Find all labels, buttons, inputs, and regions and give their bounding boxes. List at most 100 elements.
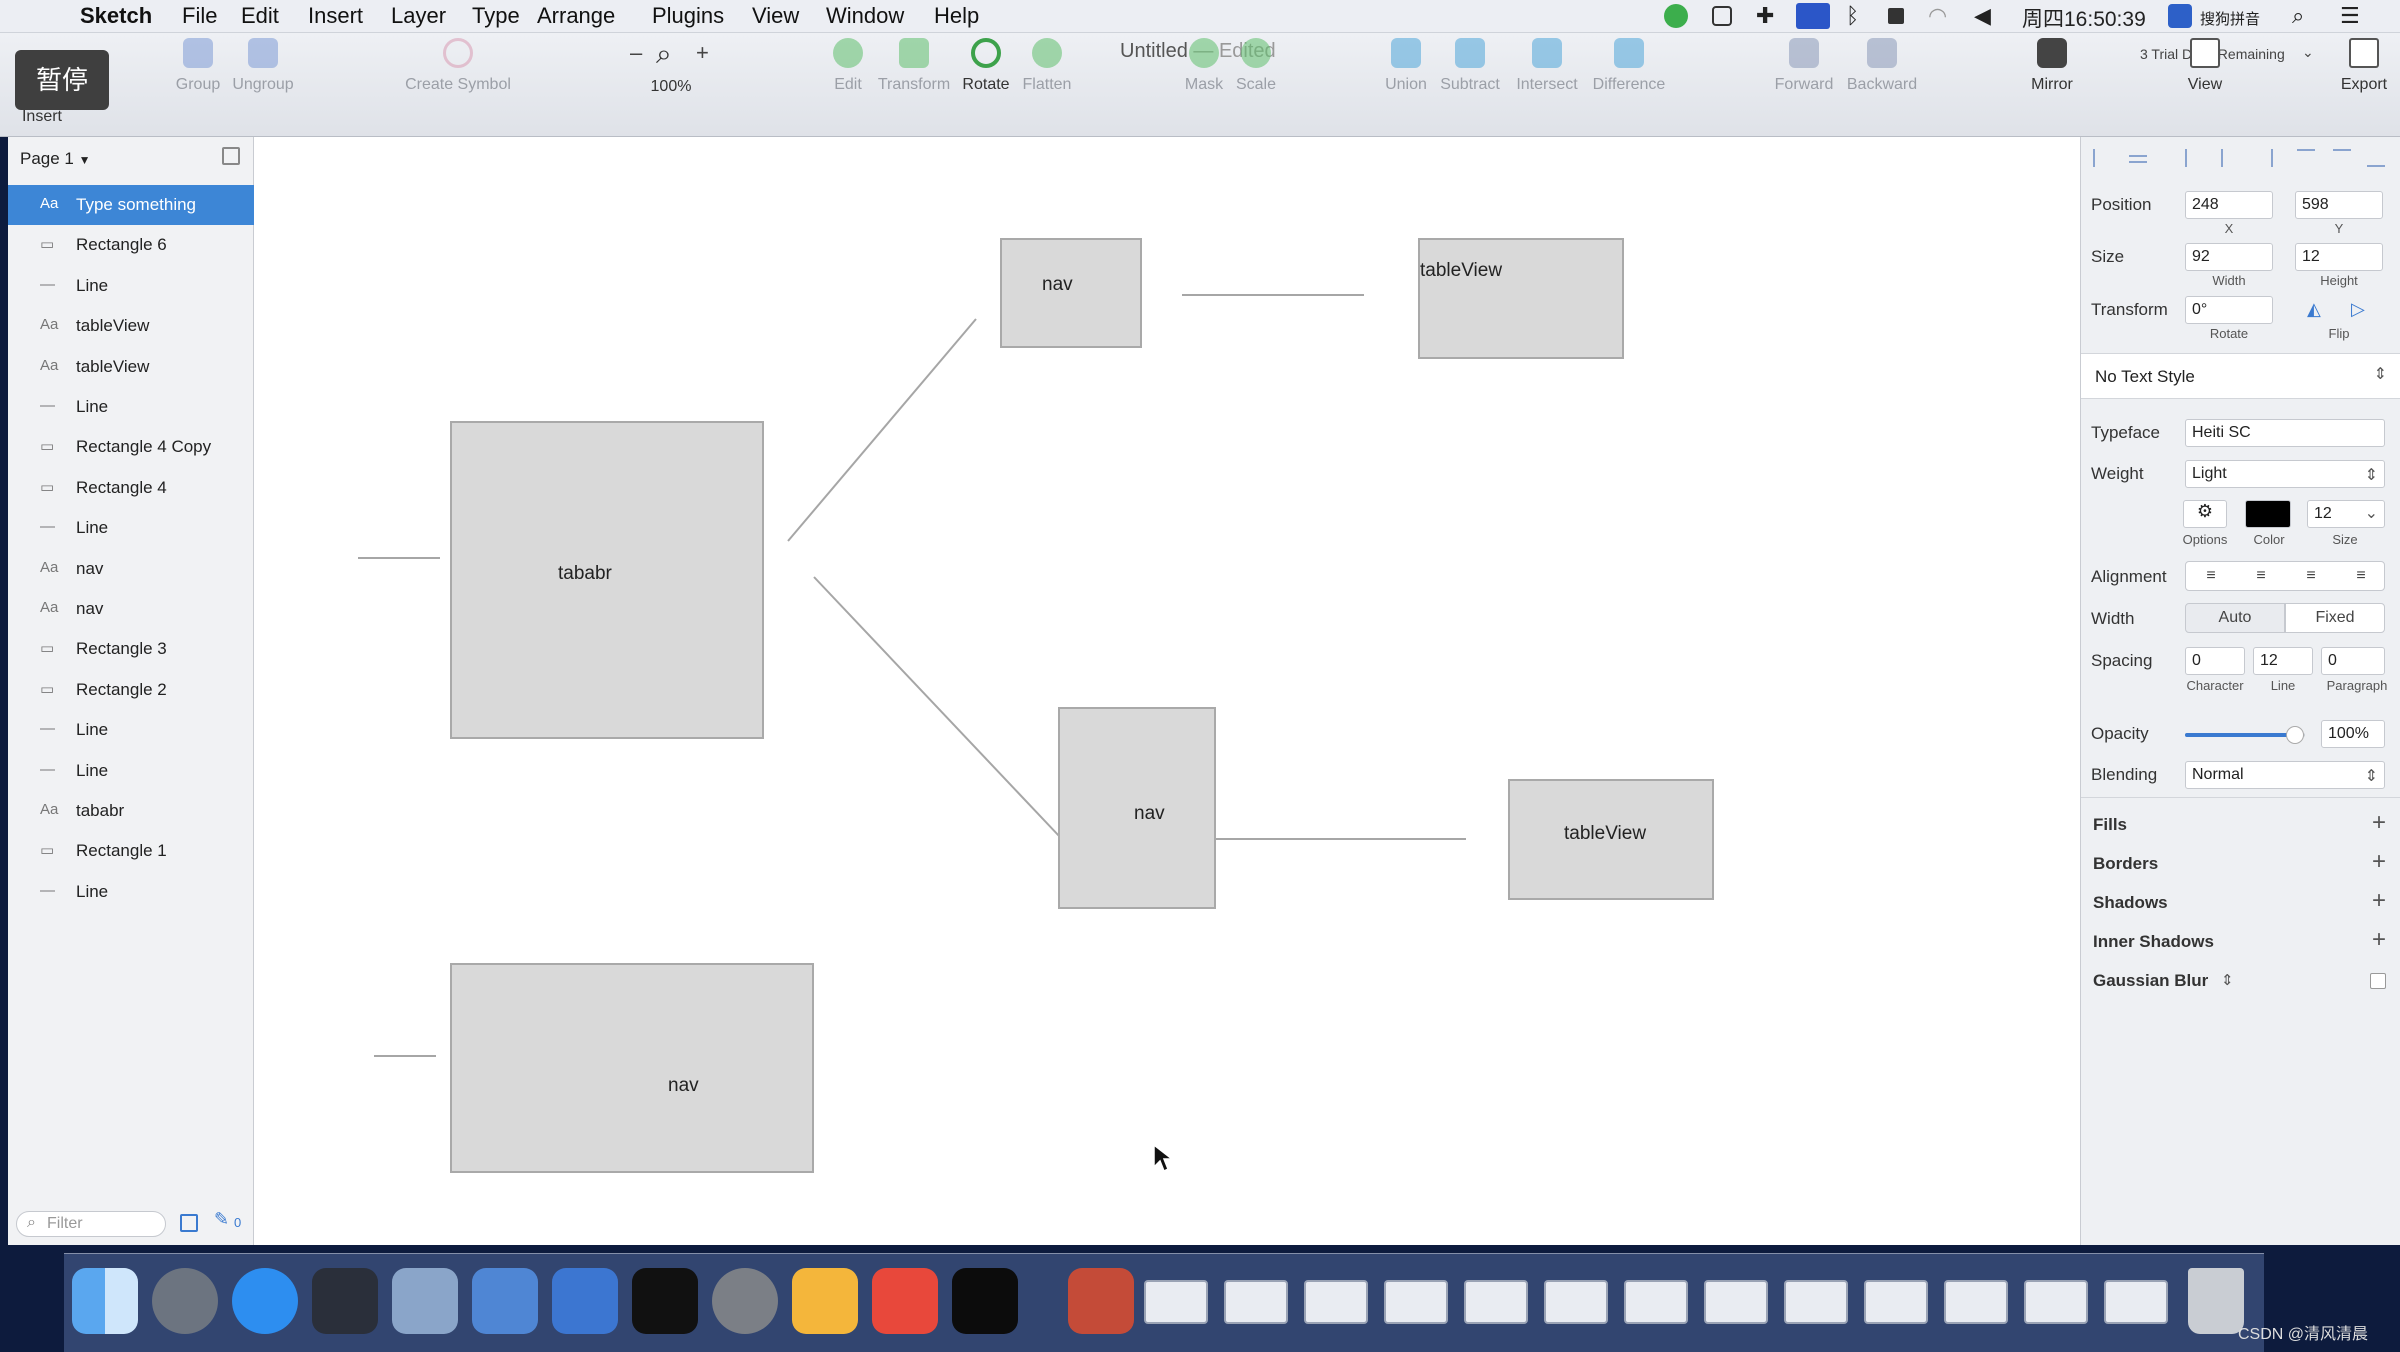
menu-plugins[interactable]: Plugins [652,3,724,29]
powerpoint-icon[interactable] [872,1268,938,1334]
rotate-field[interactable]: 0° [2185,296,2273,324]
font-size-field[interactable]: 12 ⌄ [2307,500,2385,528]
inner-shadows-section[interactable]: Inner Shadows [2093,932,2214,952]
minimized-window-thumbnail[interactable] [1224,1280,1288,1324]
width-field[interactable]: 92 [2185,243,2273,271]
nav-rectangle-middle[interactable]: nav [1058,707,1216,909]
minimized-window-thumbnail[interactable] [1864,1280,1928,1324]
input-method-label[interactable]: 搜狗拼音 [2200,8,2260,29]
shadows-section[interactable]: Shadows [2093,893,2168,913]
layer-row[interactable]: Aa nav [8,549,254,589]
chevron-updown-icon[interactable]: ⇕ [2221,971,2234,989]
insert-button[interactable]: Insert [10,38,74,130]
bluetooth-icon[interactable]: ᛒ [1846,3,1859,29]
height-field[interactable]: 12 [2295,243,2383,271]
menu-help[interactable]: Help [934,3,979,29]
recording-icon[interactable] [1796,3,1830,29]
text-align-right-icon[interactable]: ≡ [2296,562,2326,590]
symbols-filter-icon[interactable] [180,1214,198,1232]
plus-tray-icon[interactable]: ✚ [1756,3,1774,29]
forward-button[interactable]: Forward [1772,38,1836,130]
add-shadow-icon[interactable]: + [2372,887,2386,915]
sketch-icon[interactable] [792,1268,858,1334]
sync-status-icon[interactable] [1664,4,1688,28]
minimized-window-thumbnail[interactable] [2104,1280,2168,1324]
cast-icon[interactable] [1712,6,1732,26]
opacity-field[interactable]: 100% [2321,720,2385,748]
text-align-left-icon[interactable]: ≡ [2196,562,2226,590]
subtract-button[interactable]: Subtract [1438,38,1502,130]
ungroup-button[interactable]: Ungroup [230,38,296,130]
align-center-icon[interactable] [2221,149,2239,167]
nav-rectangle-bottom[interactable]: nav [450,963,814,1173]
layer-row[interactable]: — Line [8,508,254,548]
finder-icon[interactable] [72,1268,138,1334]
xcode-icon[interactable] [472,1268,538,1334]
safari-icon[interactable] [232,1268,298,1334]
typeface-field[interactable]: Heiti SC [2185,419,2385,447]
spotlight-search-icon[interactable]: ⌕ [2292,3,2304,29]
terminal-icon[interactable] [632,1268,698,1334]
menu-layer[interactable]: Layer [391,3,446,29]
minimized-window-thumbnail[interactable] [1784,1280,1848,1324]
flip-horizontal-icon[interactable]: ◭ [2307,299,2321,320]
volume-icon[interactable]: ◀ [1974,3,1991,29]
collapse-pages-icon[interactable] [222,147,240,165]
tabbar-label[interactable]: tababr [558,563,612,585]
line-spacing-field[interactable]: 12 [2253,647,2313,675]
borders-section[interactable]: Borders [2093,854,2158,874]
menu-window[interactable]: Window [826,3,904,29]
minimized-window-thumbnail[interactable] [1304,1280,1368,1324]
layer-row[interactable]: — Line [8,387,254,427]
nav-label-top[interactable]: nav [1042,274,1073,296]
mirror-button[interactable]: Mirror [2024,38,2080,130]
chevron-down-icon[interactable]: ⌄ [2302,44,2314,61]
minimized-window-thumbnail[interactable] [1144,1280,1208,1324]
text-align-center-icon[interactable]: ≡ [2246,562,2276,590]
zoom-in-button[interactable]: + [696,40,709,66]
add-border-icon[interactable]: + [2372,848,2386,876]
union-button[interactable]: Union [1382,38,1430,130]
layer-row[interactable]: Aa tableView [8,306,254,346]
menu-view[interactable]: View [752,3,799,29]
fills-section[interactable]: Fills [2093,815,2127,835]
wifi-icon[interactable]: ◠ [1928,3,1947,29]
menu-edit[interactable]: Edit [241,3,279,29]
minimized-window-thumbnail[interactable] [1544,1280,1608,1324]
layer-row[interactable]: — Line [8,872,254,912]
console-icon[interactable] [952,1268,1018,1334]
gaussian-blur-section[interactable]: Gaussian Blur [2093,971,2208,991]
layer-row[interactable]: Aa nav [8,589,254,629]
filter-field[interactable]: ⌕ Filter [16,1211,166,1237]
align-left-icon[interactable] [2093,149,2107,167]
minimized-window-thumbnail[interactable] [2024,1280,2088,1324]
font-color-swatch[interactable] [2245,500,2291,528]
menu-type[interactable]: Type [472,3,520,29]
tableview-label-middle[interactable]: tableView [1564,823,1646,845]
width-auto-button[interactable]: Auto [2185,603,2285,633]
position-y-field[interactable]: 598 [2295,191,2383,219]
page-selector[interactable]: Page 1 ▼ [20,149,91,169]
slice-filter-icon[interactable]: ✎ [214,1209,229,1230]
tableview-rectangle-middle[interactable]: tableView [1508,779,1714,900]
paragraph-spacing-field[interactable]: 0 [2321,647,2385,675]
instruments-icon[interactable] [552,1268,618,1334]
layer-row[interactable]: Aa tababr [8,791,254,831]
add-fill-icon[interactable]: + [2372,809,2386,837]
nav-label-bottom[interactable]: nav [668,1075,699,1097]
keynote-icon[interactable] [392,1268,458,1334]
zoom-control[interactable]: – ⌕ + 100% [626,38,716,130]
flip-vertical-icon[interactable]: ▷ [2351,299,2365,320]
intersect-button[interactable]: Intersect [1510,38,1584,130]
minimized-window-thumbnail[interactable] [1704,1280,1768,1324]
opacity-slider[interactable] [2185,726,2305,744]
zoom-out-button[interactable]: – [630,40,642,66]
nav-rectangle-top[interactable]: nav [1000,238,1142,348]
mouse-app-icon[interactable] [312,1268,378,1334]
blending-select[interactable]: Normal ⇕ [2185,761,2385,789]
canvas[interactable]: tababr nav tableView nav tableView nav [254,137,2080,1245]
create-symbol-button[interactable]: Create Symbol [402,38,514,130]
minimized-window-thumbnail[interactable] [1624,1280,1688,1324]
width-fixed-button[interactable]: Fixed [2285,603,2385,633]
position-x-field[interactable]: 248 [2185,191,2273,219]
